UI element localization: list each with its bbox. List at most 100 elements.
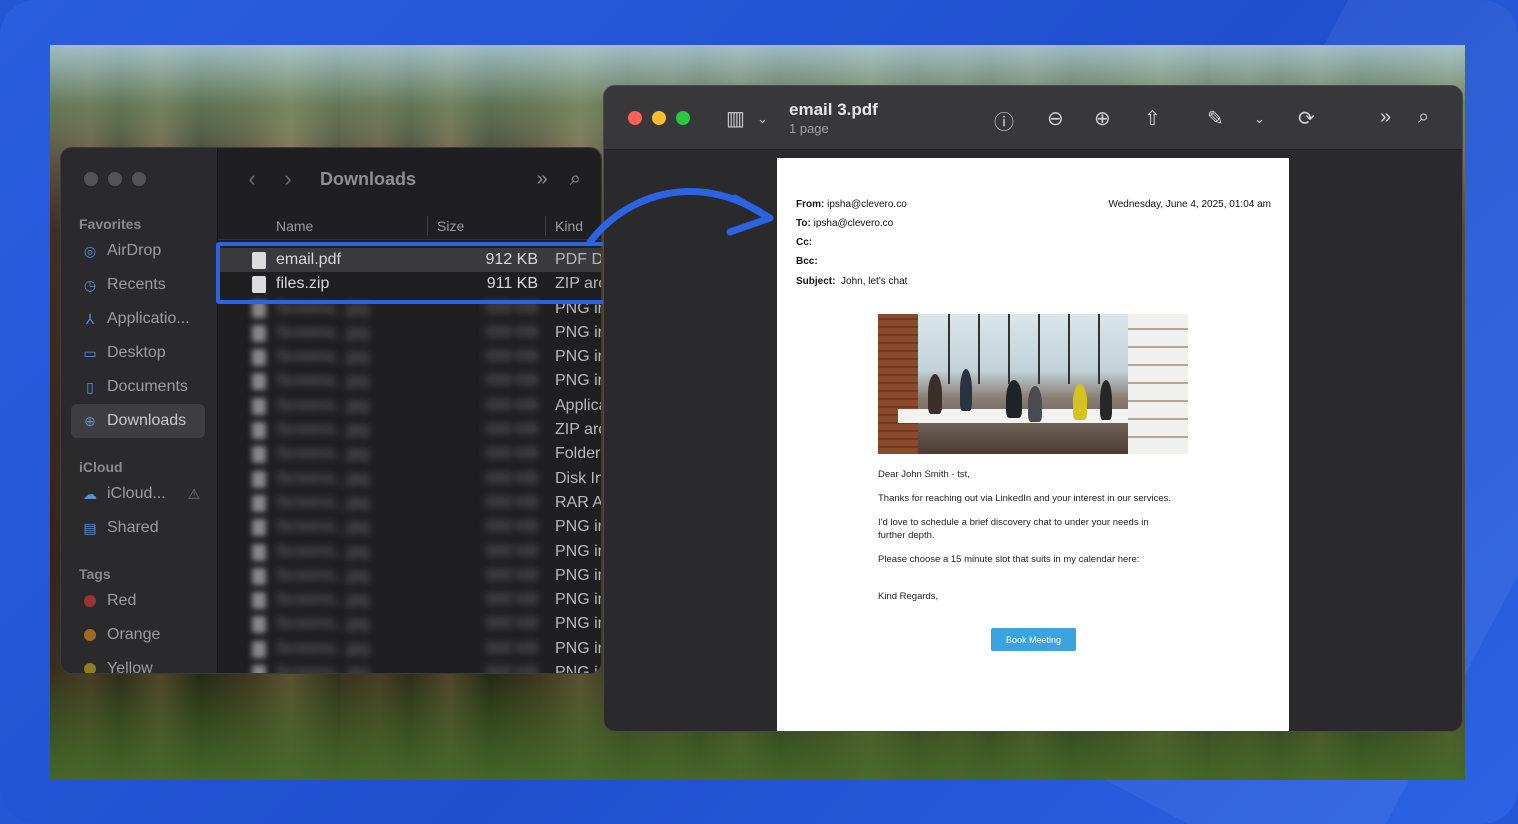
page-count: 1 page [789, 121, 829, 136]
file-icon [252, 592, 266, 610]
email-cc: Cc: [796, 237, 813, 248]
column-size[interactable]: Size [437, 218, 464, 234]
file-kind: Applica [555, 396, 601, 414]
file-icon [252, 373, 266, 391]
file-row-blurred[interactable]: Screens...jpg 000 KB PNG ir [218, 321, 601, 345]
forward-button[interactable]: › [270, 166, 306, 192]
office-photo [878, 314, 1188, 454]
finder-toolbar: ‹ › Downloads » ⌕ [218, 148, 601, 210]
column-header: Name Size Kind [218, 210, 601, 240]
file-row-blurred[interactable]: Screens...jpg 000 KB Disk In [218, 467, 601, 491]
file-list: email.pdf 912 KB PDF D files.zip 911 KB … [218, 248, 601, 674]
clock-icon: ◷ [83, 276, 97, 293]
minimize-button[interactable] [652, 111, 666, 125]
file-kind: Disk In [555, 469, 602, 487]
search-icon[interactable]: ⌕ [1418, 106, 1429, 129]
back-button[interactable]: ‹ [234, 166, 270, 192]
close-button[interactable] [628, 111, 642, 125]
more-chevrons-icon[interactable]: » [537, 168, 548, 191]
file-kind: PNG ir [555, 542, 602, 560]
zoom-out-icon[interactable]: ⊖ [1047, 106, 1064, 131]
warning-icon: ⚠ [187, 485, 201, 502]
file-kind: PNG ir [555, 372, 602, 390]
file-icon [252, 616, 266, 634]
file-row-blurred[interactable]: Screens...jpg 000 KB PNG ir [218, 345, 601, 369]
rotate-icon[interactable]: ⟳ [1298, 106, 1315, 131]
more-chevrons-icon[interactable]: » [1380, 106, 1391, 129]
email-from: From: ipsha@clevero.co [796, 199, 907, 210]
search-icon[interactable]: ⌕ [570, 168, 581, 191]
sidebar-item-documents[interactable]: ▯ Documents [71, 370, 205, 404]
file-kind: ZIP arc [555, 421, 602, 439]
sidebar-tag-red[interactable]: Red [71, 584, 205, 618]
download-icon: ⊕ [84, 412, 96, 429]
file-icon [252, 665, 266, 673]
file-icon [252, 397, 266, 415]
tags-heading: Tags [79, 566, 111, 582]
sidebar-item-applications[interactable]: ⅄ Applicatio... [71, 302, 205, 336]
window-title: Downloads [320, 168, 417, 189]
email-date: Wednesday, June 4, 2025, 01:04 am [1108, 199, 1271, 210]
close-button[interactable] [84, 172, 98, 186]
book-meeting-button[interactable]: Book Meeting [991, 628, 1076, 651]
file-row-blurred[interactable]: Screens...jpg 000 KB ZIP arc [218, 418, 601, 442]
sidebar-tag-orange[interactable]: Orange [71, 618, 205, 652]
column-kind[interactable]: Kind [555, 218, 583, 234]
file-kind: PNG ir [555, 518, 602, 536]
file-row-blurred[interactable]: Screens...jpg 000 KB PNG ir [218, 564, 601, 588]
file-kind: RAR A [555, 493, 602, 511]
sidebar-item-downloads[interactable]: ⊕ Downloads [71, 404, 205, 438]
share-icon[interactable]: ⇧ [1144, 106, 1161, 131]
sidebar-item-recents[interactable]: ◷ Recents [71, 268, 205, 302]
favorites-heading: Favorites [79, 216, 142, 232]
file-row-blurred[interactable]: Screens...jpg 000 KB PNG ir [218, 369, 601, 393]
shared-folder-icon: ▤ [83, 519, 97, 536]
file-row-blurred[interactable]: Screens...jpg 000 KB PNG ir [218, 515, 601, 539]
sidebar-tag-yellow[interactable]: Yellow [71, 652, 205, 673]
orange-tag-icon [84, 629, 96, 641]
file-row-blurred[interactable]: Screens...jpg 000 KB PNG i [218, 661, 601, 674]
file-icon [252, 494, 266, 512]
zoom-in-icon[interactable]: ⊕ [1094, 106, 1111, 131]
zoom-button[interactable] [676, 111, 690, 125]
minimize-button[interactable] [108, 172, 122, 186]
sidebar-toggle-icon[interactable]: ▥ [726, 106, 745, 131]
file-row-blurred[interactable]: Screens...jpg 000 KB PNG ir [218, 637, 601, 661]
file-kind: PNG ir [555, 566, 602, 584]
file-kind: PNG i [555, 664, 598, 674]
file-icon [252, 567, 266, 585]
file-row-blurred[interactable]: Screens...jpg000 KBApplica [218, 394, 601, 418]
sidebar-item-desktop[interactable]: ▭ Desktop [71, 336, 205, 370]
info-icon[interactable]: ⓘ [994, 106, 1014, 135]
email-paragraph-3: Please choose a 15 minute slot that suit… [878, 554, 1140, 565]
sidebar-item-icloud-drive[interactable]: ☁ iCloud... ⚠ [71, 477, 205, 511]
preview-window: ▥ ⌄ email 3.pdf 1 page ⓘ ⊖ ⊕ ⇧ ✎ ⌄ ⟳ » ⌕… [603, 85, 1463, 732]
applications-icon: ⅄ [85, 310, 95, 327]
file-icon [252, 543, 266, 561]
red-tag-icon [84, 595, 96, 607]
column-name[interactable]: Name [276, 218, 313, 234]
yellow-tag-icon [84, 663, 96, 673]
sidebar-item-airdrop[interactable]: ◎ AirDrop [71, 234, 205, 268]
email-greeting: Dear John Smith - tst, [878, 469, 970, 480]
finder-sidebar: Favorites ◎ AirDrop ◷ Recents ⅄ Applicatio.… [61, 148, 218, 673]
file-icon [252, 349, 266, 367]
markup-pen-icon[interactable]: ✎ [1207, 106, 1224, 131]
zoom-button[interactable] [132, 172, 146, 186]
file-icon [252, 446, 266, 464]
email-paragraph-2: I'd love to schedule a brief discovery c… [878, 517, 1149, 541]
file-row-blurred[interactable]: Screens...jpg 000 KB PNG ir [218, 612, 601, 636]
window-controls [628, 111, 690, 125]
chevron-down-icon[interactable]: ⌄ [1254, 111, 1265, 127]
file-icon [252, 640, 266, 658]
icloud-heading: iCloud [79, 459, 123, 475]
file-row-blurred[interactable]: Screens...jpg 000 KB PNG ir [218, 588, 601, 612]
file-kind: PNG ir [555, 615, 602, 633]
sidebar-item-shared[interactable]: ▤ Shared [71, 511, 205, 545]
file-row-blurred[interactable]: Screens...jpg 000 KB RAR A [218, 491, 601, 515]
file-kind: PNG ir [555, 323, 602, 341]
file-row-blurred[interactable]: Screens...jpg 000 KB Folder [218, 442, 601, 466]
preview-toolbar: ▥ ⌄ email 3.pdf 1 page ⓘ ⊖ ⊕ ⇧ ✎ ⌄ ⟳ » ⌕ [604, 86, 1462, 150]
file-row-blurred[interactable]: Screens...jpg 000 KB PNG ir [218, 540, 601, 564]
chevron-down-icon[interactable]: ⌄ [757, 111, 768, 127]
